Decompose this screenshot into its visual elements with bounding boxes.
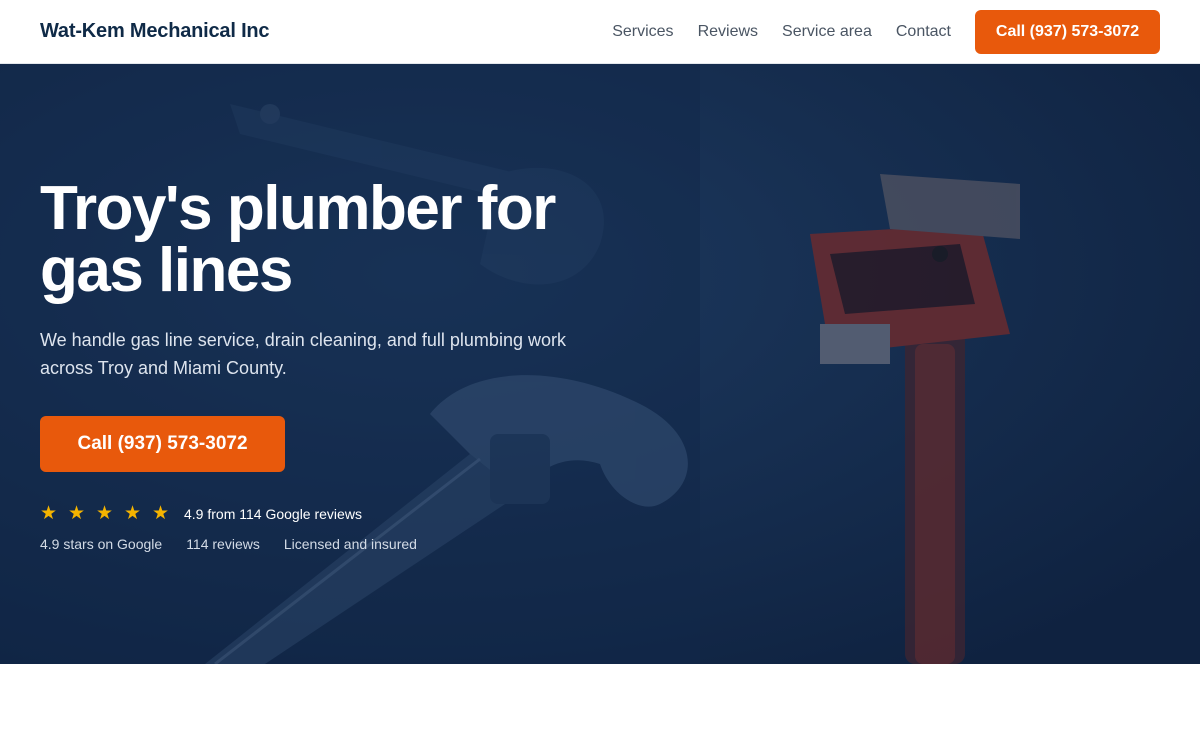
- hero-subtitle: We handle gas line service, drain cleani…: [40, 330, 566, 378]
- header-call-button[interactable]: Call (937) 573-3072: [975, 9, 1160, 54]
- nav-contact[interactable]: Contact: [896, 23, 951, 41]
- star-icon: ★: [68, 503, 86, 524]
- trust-review-count: 114 reviews: [186, 536, 260, 552]
- hero-title-line2: gas lines: [40, 236, 293, 305]
- hero-title-line1: Troy's plumber for: [40, 174, 556, 243]
- nav-reviews[interactable]: Reviews: [698, 23, 758, 41]
- star-icon: ★: [152, 503, 170, 524]
- star-icon: ★: [124, 503, 142, 524]
- rating-row: ★ ★ ★ ★ ★ 4.9 from 114 Google reviews: [40, 504, 640, 524]
- trust-licensed: Licensed and insured: [283, 536, 417, 552]
- trust-google-stars: 4.9 stars on Google: [40, 536, 163, 552]
- nav-services[interactable]: Services: [612, 23, 673, 41]
- hero-section: Troy's plumber for gas lines We handle g…: [0, 64, 1200, 664]
- main-nav: Services Reviews Service area Contact Ca…: [612, 9, 1160, 54]
- rating-summary: 4.9 from 114 Google reviews: [184, 506, 362, 522]
- page-continuation: [0, 664, 1200, 750]
- site-header: Wat-Kem Mechanical Inc Services Reviews …: [0, 0, 1200, 64]
- star-icon: ★: [96, 503, 114, 524]
- star-icon: ★: [40, 503, 58, 524]
- hero-title: Troy's plumber for gas lines: [40, 178, 600, 302]
- brand-logo-text[interactable]: Wat-Kem Mechanical Inc: [40, 20, 270, 43]
- nav-service-area[interactable]: Service area: [782, 23, 872, 41]
- hero-call-button[interactable]: Call (937) 573-3072: [40, 416, 285, 472]
- hero-content: Troy's plumber for gas lines We handle g…: [40, 178, 640, 552]
- trust-badges: 4.9 stars on Google 114 reviews Licensed…: [40, 536, 640, 552]
